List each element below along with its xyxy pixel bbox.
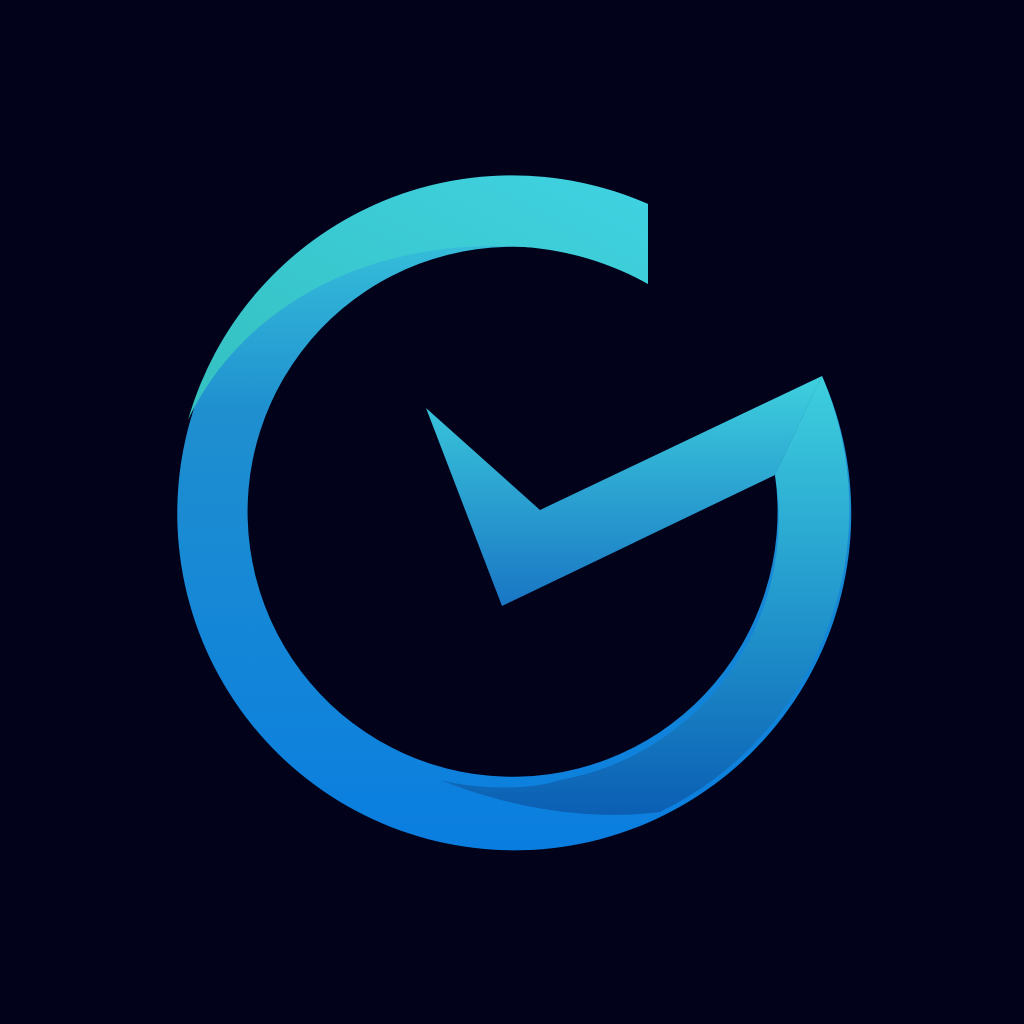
app-icon-canvas [0, 0, 1024, 1024]
clock-hand-shape [426, 376, 822, 606]
clock-g-logo [177, 175, 852, 851]
